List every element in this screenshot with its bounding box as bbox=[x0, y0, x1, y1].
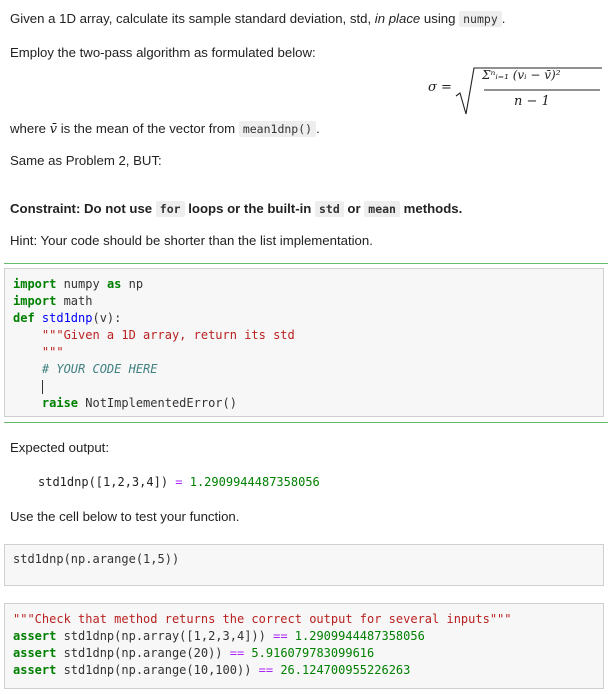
code-line-4: """Given a 1D array, return its std bbox=[13, 328, 295, 342]
assert-line-2: assert std1dnp(np.arange(20)) == 5.91607… bbox=[13, 645, 374, 662]
assert-value: 5.916079783099616 bbox=[244, 646, 375, 660]
exception-name: NotImplementedError() bbox=[78, 396, 237, 410]
mean-code: mean bbox=[364, 201, 400, 217]
code-line-6: # YOUR CODE HERE bbox=[13, 362, 158, 376]
numpy-code: numpy bbox=[459, 11, 502, 27]
cell-divider-bottom bbox=[4, 422, 608, 423]
raise-keyword: raise bbox=[41, 396, 79, 410]
expected-call: std1dnp([1,2,3,4]) bbox=[38, 475, 169, 489]
function-args: (v): bbox=[92, 311, 122, 325]
std-formula: σ = Σⁿᵢ₌₁ (vᵢ − v̄)² n − 1 bbox=[428, 66, 602, 122]
code-line-7 bbox=[13, 378, 43, 395]
hint-line: Hint: Your code should be shorter than t… bbox=[10, 233, 373, 248]
constraint-line: Constraint: Do not use for loops or the … bbox=[10, 200, 462, 218]
code-line-8: raise NotImplementedError() bbox=[13, 395, 237, 412]
code-cell-test[interactable]: std1dnp(np.arange(1,5)) bbox=[4, 544, 604, 586]
code-line-2: import math bbox=[13, 293, 92, 310]
formula-lhs: σ = bbox=[428, 80, 452, 95]
constraint-text-d: methods. bbox=[399, 201, 463, 216]
import-keyword: import bbox=[13, 294, 57, 308]
line3-end: . bbox=[316, 121, 320, 136]
expected-output: std1dnp([1,2,3,4]) = 1.2909944487358056 bbox=[38, 473, 320, 491]
expected-label: Expected output: bbox=[10, 440, 109, 455]
assert-keyword: assert bbox=[13, 663, 57, 677]
intro-end: . bbox=[501, 11, 506, 26]
code-line-5: """ bbox=[13, 345, 64, 359]
module-name: math bbox=[56, 294, 93, 308]
assert-value: 26.124700955226263 bbox=[273, 663, 411, 677]
intro-italic: in place bbox=[374, 11, 421, 26]
as-keyword: as bbox=[106, 277, 122, 291]
where-text: where bbox=[10, 121, 50, 136]
std-code: std bbox=[314, 201, 344, 217]
def-keyword: def bbox=[13, 311, 35, 325]
formula-denominator: n − 1 bbox=[514, 94, 550, 109]
test-hint: Use the cell below to test your function… bbox=[10, 509, 240, 524]
code-cell-function[interactable]: import numpy as np import math def std1d… bbox=[4, 268, 604, 417]
eq-operator: == bbox=[258, 663, 274, 677]
assert-expr: std1dnp(np.array([1,2,3,4])) bbox=[56, 629, 274, 643]
intro-text-b: using bbox=[420, 11, 460, 26]
vbar-symbol: v̄ bbox=[49, 122, 58, 137]
formula-numerator: Σⁿᵢ₌₁ (vᵢ − v̄)² bbox=[482, 68, 561, 82]
cell-divider-top bbox=[4, 263, 608, 264]
eq-operator: == bbox=[229, 646, 245, 660]
constraint-text-a: Constraint: Do not use bbox=[10, 201, 156, 216]
code-line-3: def std1dnp(v): bbox=[13, 310, 121, 327]
alias-name: np bbox=[121, 277, 144, 291]
module-name: numpy bbox=[56, 277, 107, 291]
assert-expr: std1dnp(np.arange(10,100)) bbox=[56, 663, 259, 677]
expected-value: 1.2909944487358056 bbox=[189, 475, 320, 489]
intro-text: Given a 1D array, calculate its sample s… bbox=[10, 11, 375, 26]
equals-sign: = bbox=[168, 475, 190, 489]
function-name: std1dnp bbox=[34, 311, 93, 325]
assert-value: 1.2909944487358056 bbox=[287, 629, 425, 643]
assert-docstring: """Check that method returns the correct… bbox=[13, 612, 512, 626]
intro-line-3: where v̄ is the mean of the vector from … bbox=[10, 120, 320, 139]
mean1dnp-code: mean1dnp() bbox=[238, 121, 317, 137]
code-cell-asserts[interactable]: """Check that method returns the correct… bbox=[4, 603, 604, 689]
assert-keyword: assert bbox=[13, 629, 57, 643]
constraint-text-b: loops or the built-in bbox=[184, 201, 315, 216]
assert-line-3: assert std1dnp(np.arange(10,100)) == 26.… bbox=[13, 662, 410, 679]
text-cursor bbox=[41, 379, 43, 394]
eq-operator: == bbox=[273, 629, 288, 643]
mean-text: is the mean of the vector from bbox=[57, 121, 239, 136]
assert-line-1: assert std1dnp(np.array([1,2,3,4])) == 1… bbox=[13, 628, 425, 645]
test-code-line: std1dnp(np.arange(1,5)) bbox=[13, 552, 180, 566]
code-line-1: import numpy as np bbox=[13, 276, 143, 293]
constraint-text-c: or bbox=[343, 201, 365, 216]
for-code: for bbox=[155, 201, 185, 217]
import-keyword: import bbox=[13, 277, 57, 291]
intro-line-1: Given a 1D array, calculate its sample s… bbox=[10, 10, 505, 28]
intro-line-4: Same as Problem 2, BUT: bbox=[10, 153, 162, 168]
intro-line-2: Employ the two-pass algorithm as formula… bbox=[10, 45, 316, 60]
assert-keyword: assert bbox=[13, 646, 57, 660]
assert-expr: std1dnp(np.arange(20)) bbox=[56, 646, 230, 660]
